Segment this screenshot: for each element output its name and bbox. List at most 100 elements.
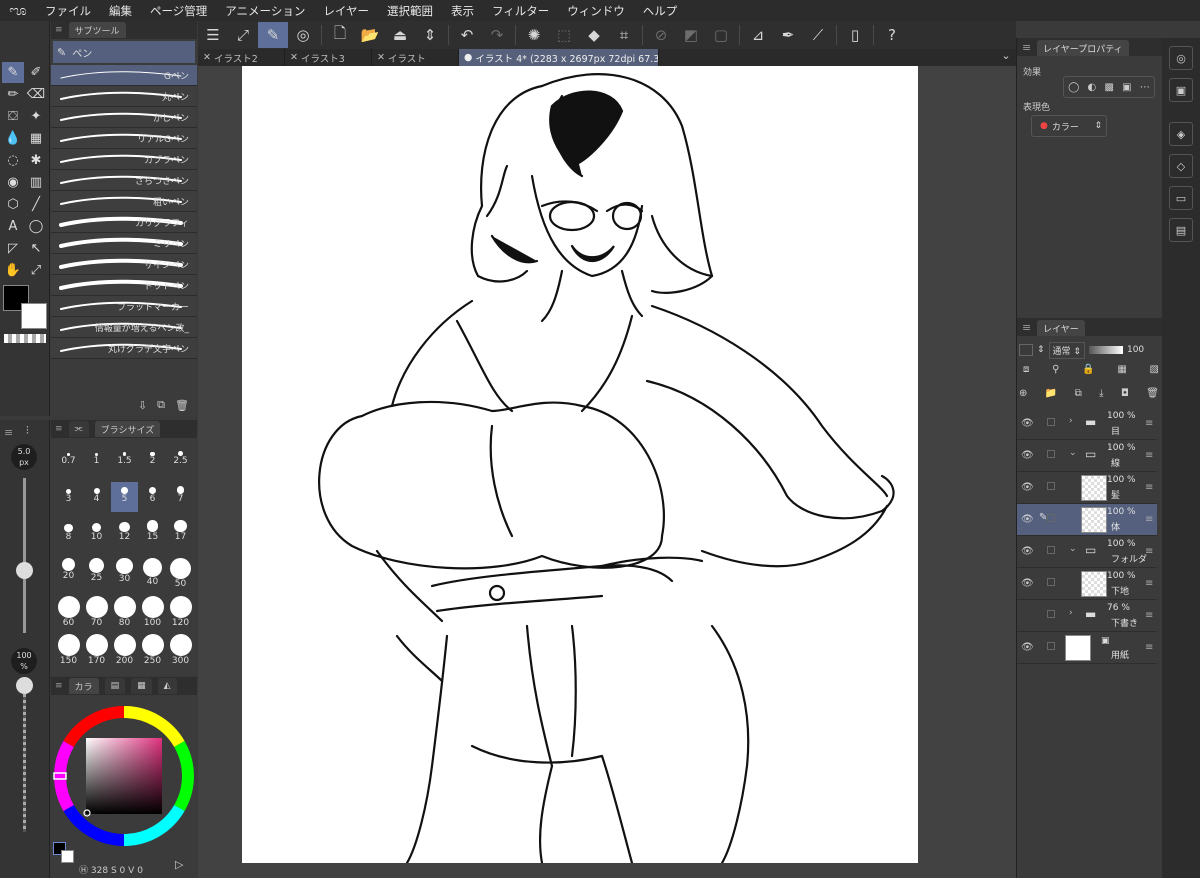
eyedropper-tool-icon[interactable]: ⤢: [25, 260, 47, 281]
line-tool-icon[interactable]: ╱: [25, 194, 47, 215]
layer-menu-icon[interactable]: ≡: [1145, 546, 1153, 557]
panel-menu-icon[interactable]: ≡: [1022, 41, 1031, 54]
sub-color-mini[interactable]: [61, 850, 74, 863]
text-tool-icon[interactable]: A: [2, 216, 24, 237]
fill-icon[interactable]: ◆: [579, 22, 609, 48]
new-folder-icon[interactable]: 📁: [1045, 388, 1057, 399]
frame-tool-icon[interactable]: ◸: [2, 238, 24, 259]
eye-icon[interactable]: 👁: [1021, 578, 1034, 589]
deselect-icon[interactable]: ⊘: [646, 22, 676, 48]
show-selection-icon[interactable]: ▢: [706, 22, 736, 48]
menu-layer[interactable]: レイヤー: [314, 3, 378, 19]
layer-checkbox[interactable]: [1047, 514, 1055, 522]
quick-edit-icon[interactable]: ✎: [258, 22, 288, 48]
blend-tool-icon[interactable]: 💧: [2, 128, 24, 149]
tab-overflow-icon[interactable]: ⌄: [996, 49, 1016, 66]
material-icon[interactable]: ▭: [1169, 186, 1193, 210]
blend-mode-select[interactable]: 通常 ⇕: [1048, 341, 1085, 359]
brush-size-option[interactable]: 10: [83, 520, 110, 550]
menu-window[interactable]: ウィンドウ: [558, 3, 634, 19]
lock-icon[interactable]: 🔒: [1082, 364, 1094, 375]
tab-illust2[interactable]: ✕ イラスト2: [198, 49, 285, 66]
clip-icon[interactable]: ⧈: [1023, 364, 1029, 375]
layer-row[interactable]: 👁 ⌄ ▭ 100 % 線 ≡: [1017, 440, 1157, 472]
chevron-down-icon[interactable]: ⌄: [1069, 544, 1077, 554]
invert-selection-icon[interactable]: ◩: [676, 22, 706, 48]
eye-icon[interactable]: 👁: [1021, 482, 1034, 493]
tab-illust3[interactable]: ✕ イラスト3: [285, 49, 372, 66]
merge-icon[interactable]: ⤓: [1099, 388, 1103, 399]
loading-icon[interactable]: ✺: [519, 22, 549, 48]
brush-item[interactable]: ミリペン: [51, 233, 197, 254]
settings-icon[interactable]: ⫶: [26, 424, 29, 438]
clear-icon[interactable]: ⬚: [549, 22, 579, 48]
tab-illust[interactable]: ✕ イラスト: [372, 49, 459, 66]
expression-color-select[interactable]: ● カラー ⇕: [1031, 115, 1107, 137]
subtool-group-pen[interactable]: ✎ ペン: [53, 41, 195, 63]
brush-size-option[interactable]: 6: [139, 482, 166, 512]
menu-animation[interactable]: アニメーション: [216, 3, 314, 19]
brush-size-option[interactable]: 3: [55, 482, 82, 512]
eraser-tool-icon[interactable]: ⌫: [25, 84, 47, 105]
layer-row[interactable]: 👁 100 % 髪 ≡: [1017, 472, 1157, 504]
brush-size-option[interactable]: 5: [111, 482, 138, 512]
layer-checkbox[interactable]: [1047, 642, 1055, 650]
eye-icon[interactable]: [1021, 610, 1024, 621]
duplicate-icon[interactable]: ⧉: [157, 398, 165, 412]
undo-icon[interactable]: ↶: [452, 22, 482, 48]
layer-row[interactable]: 👁 ▣ 用紙 ≡: [1017, 632, 1157, 664]
redo-icon[interactable]: ↷: [482, 22, 512, 48]
layer-checkbox[interactable]: [1047, 610, 1055, 618]
brush-size-option[interactable]: 20: [55, 558, 82, 588]
brush-size-option[interactable]: 100: [139, 596, 166, 628]
eye-icon[interactable]: 👁: [1021, 642, 1034, 653]
crop-icon[interactable]: ⌗: [609, 22, 639, 48]
eye-icon[interactable]: 👁: [1021, 450, 1034, 461]
hand-tool-icon[interactable]: ✋: [2, 260, 24, 281]
brush-size-option[interactable]: 12: [111, 520, 138, 550]
panel-menu-icon[interactable]: ≡: [55, 681, 63, 691]
brush-size-option[interactable]: 170: [83, 634, 110, 666]
balloon-tool-icon[interactable]: ◯: [25, 216, 47, 237]
brush-item[interactable]: サインペン: [51, 254, 197, 275]
menu-help[interactable]: ヘルプ: [634, 3, 687, 19]
chevron-right-icon[interactable]: ›: [1069, 608, 1073, 618]
gradient-tool-icon[interactable]: ▥: [25, 172, 47, 193]
layer-checkbox[interactable]: [1047, 482, 1055, 490]
3d-tool-icon[interactable]: ⬡: [2, 194, 24, 215]
brush-item[interactable]: フラットマーカー: [51, 296, 197, 317]
brush-size-option[interactable]: 1: [83, 444, 110, 474]
brush-size-option[interactable]: 250: [139, 634, 166, 666]
delete-layer-icon[interactable]: 🗑: [1146, 388, 1159, 399]
brush-item[interactable]: Gペン: [51, 65, 197, 86]
brush-size-option[interactable]: 7: [167, 482, 194, 512]
size-slider-thumb[interactable]: [16, 562, 33, 579]
brush-item[interactable]: カリグラフィ: [51, 212, 197, 233]
brush-size-option[interactable]: 0.7: [55, 444, 82, 474]
brush-item[interactable]: 丸けグラデ文字ペン: [51, 338, 197, 359]
layer-row[interactable]: 👁 › ▬ 100 % 目 ≡: [1017, 408, 1157, 440]
camera-icon[interactable]: ▣: [1169, 78, 1193, 102]
chevron-down-icon[interactable]: ⌄: [1069, 448, 1077, 458]
tone-effect-icon[interactable]: ▩: [1104, 82, 1113, 93]
magic-wand-icon[interactable]: ✱: [25, 150, 47, 171]
layer-checkbox[interactable]: [1047, 578, 1055, 586]
menu-page[interactable]: ページ管理: [141, 3, 216, 19]
eye-icon[interactable]: 👁: [1021, 546, 1034, 557]
brush-size-tab[interactable]: ブラシサイズ: [94, 421, 161, 437]
lock-alpha-icon[interactable]: ▦: [1117, 364, 1126, 375]
brush-size-option[interactable]: 40: [139, 558, 166, 588]
more-effects-icon[interactable]: ⋯: [1140, 82, 1150, 93]
mask-icon[interactable]: ▧: [1150, 364, 1159, 375]
brush-size-option[interactable]: 120: [167, 596, 194, 628]
layer-menu-icon[interactable]: ≡: [1145, 578, 1153, 589]
pencil-tool-icon[interactable]: ✐: [25, 62, 47, 83]
brush-size-option[interactable]: 60: [55, 596, 82, 628]
reference-icon[interactable]: ⚲: [1052, 364, 1059, 375]
sub-color-swatch[interactable]: [21, 303, 47, 329]
layer-menu-icon[interactable]: ≡: [1145, 450, 1153, 461]
play-icon[interactable]: ▷: [175, 858, 183, 871]
brush-tool-icon[interactable]: ✏: [2, 84, 24, 105]
color-wheel-tab[interactable]: カラ: [68, 678, 99, 694]
navigator-icon[interactable]: ◎: [1169, 46, 1193, 70]
